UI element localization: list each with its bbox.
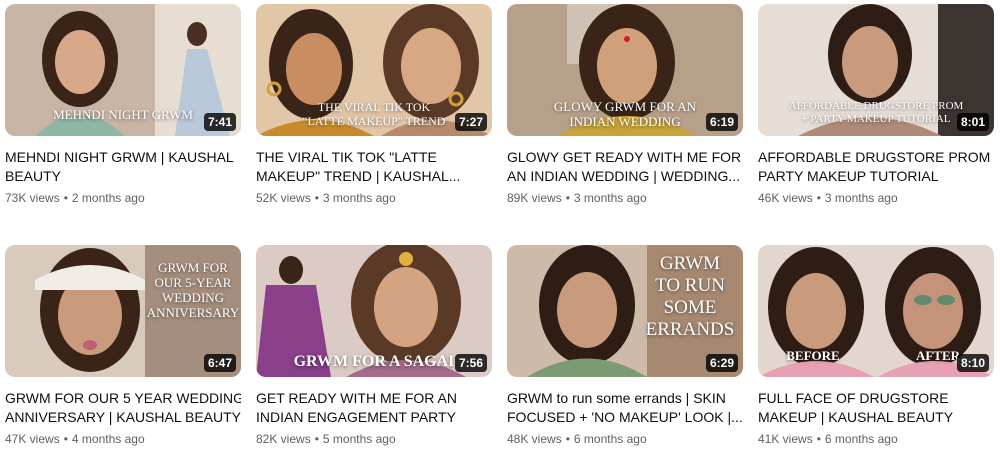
- video-thumbnail[interactable]: GRWM FOR OUR 5-YEAR WEDDING ANNIVERSARY …: [5, 245, 241, 377]
- video-thumbnail[interactable]: THE VIRAL TIK TOK "LATTE MAKEUP" TREND 7…: [256, 4, 492, 136]
- upload-age: 3 months ago: [573, 191, 647, 205]
- view-count: 41K views: [758, 432, 813, 446]
- video-duration: 7:56: [454, 354, 487, 372]
- thumbnail-overlay-text: GRWM: [659, 253, 721, 274]
- video-title-line: PARTY MAKEUP TUTORIAL: [758, 168, 939, 184]
- meta-separator: •: [314, 432, 319, 446]
- video-title[interactable]: AFFORDABLE DRUGSTORE PROM + PARTY MAKEUP…: [758, 148, 994, 186]
- meta-separator: •: [314, 191, 319, 205]
- meta-separator: •: [816, 191, 821, 205]
- video-title-line: INDIAN ENGAGEMENT PARTY: [256, 409, 456, 425]
- video-meta: 82K views • 5 months ago: [256, 432, 396, 446]
- video-title-line: FOCUSED + 'NO MAKEUP' LOOK |...: [507, 409, 743, 425]
- thumbnail-overlay-text: AFTER: [915, 348, 961, 363]
- video-meta: 41K views • 6 months ago: [758, 432, 898, 446]
- thumbnail-overlay-text: BEFORE: [786, 348, 840, 363]
- view-count: 73K views: [5, 191, 60, 205]
- video-meta: 52K views • 3 months ago: [256, 191, 396, 205]
- video-duration: 7:27: [454, 113, 487, 131]
- view-count: 46K views: [758, 191, 813, 205]
- meta-separator: •: [63, 191, 68, 205]
- video-title[interactable]: THE VIRAL TIK TOK "LATTE MAKEUP" TREND |…: [256, 148, 492, 186]
- video-title-line: MAKEUP" TREND | KAUSHAL...: [256, 168, 461, 184]
- video-title[interactable]: FULL FACE OF DRUGSTORE MAKEUP | KAUSHAL …: [758, 389, 994, 427]
- video-duration: 6:19: [705, 113, 738, 131]
- upload-age: 5 months ago: [322, 432, 396, 446]
- thumbnail-overlay-text: MEHNDI NIGHT GRWM: [53, 107, 193, 122]
- video-title-line: GRWM to run some errands | SKIN: [507, 390, 726, 406]
- video-title-line: GRWM FOR OUR 5 YEAR WEDDING: [5, 390, 241, 406]
- view-count: 82K views: [256, 432, 311, 446]
- video-meta: 46K views • 3 months ago: [758, 191, 898, 205]
- thumbnail-overlay-text: OUR 5-YEAR: [154, 274, 232, 290]
- video-title-line: GET READY WITH ME FOR AN: [256, 390, 457, 406]
- video-title-line: BEAUTY: [5, 168, 62, 184]
- upload-age: 3 months ago: [322, 191, 396, 205]
- thumbnail-overlay-text: GRWM FOR A SAGAI: [293, 353, 455, 370]
- video-meta: 73K views • 2 months ago: [5, 191, 145, 205]
- video-title[interactable]: GRWM FOR OUR 5 YEAR WEDDING ANNIVERSARY …: [5, 389, 241, 427]
- thumbnail-overlay-text: AFFORDABLE DRUGSTORE PROM: [788, 100, 964, 112]
- video-duration: 7:41: [203, 113, 236, 131]
- thumbnail-overlay-text: TO RUN: [655, 275, 725, 296]
- upload-age: 3 months ago: [824, 191, 898, 205]
- meta-separator: •: [565, 191, 570, 205]
- video-title[interactable]: GET READY WITH ME FOR AN INDIAN ENGAGEME…: [256, 389, 492, 427]
- video-title-line: ANNIVERSARY | KAUSHAL BEAUTY: [5, 409, 241, 425]
- upload-age: 4 months ago: [71, 432, 145, 446]
- video-duration: 6:29: [705, 354, 738, 372]
- thumbnail-overlay-text: SOME: [663, 297, 717, 318]
- thumbnail-overlay-text: ERRANDS: [645, 319, 735, 340]
- video-title[interactable]: MEHNDI NIGHT GRWM | KAUSHAL BEAUTY: [5, 148, 241, 186]
- video-title-line: AFFORDABLE DRUGSTORE PROM +: [758, 149, 994, 165]
- video-thumbnail[interactable]: GLOWY GRWM FOR AN INDIAN WEDDING 6:19: [507, 4, 743, 136]
- thumbnail-overlay-text: WEDDING: [161, 289, 225, 305]
- video-meta: 47K views • 4 months ago: [5, 432, 145, 446]
- video-thumbnail[interactable]: AFFORDABLE DRUGSTORE PROM + PARTY MAKEUP…: [758, 4, 994, 136]
- video-title-line: THE VIRAL TIK TOK "LATTE: [256, 149, 437, 165]
- video-title-line: MAKEUP | KAUSHAL BEAUTY: [758, 409, 954, 425]
- video-meta: 48K views • 6 months ago: [507, 432, 647, 446]
- meta-separator: •: [565, 432, 570, 446]
- video-duration: 6:47: [203, 354, 236, 372]
- view-count: 48K views: [507, 432, 562, 446]
- video-thumbnail[interactable]: GRWM FOR A SAGAI 7:56: [256, 245, 492, 377]
- view-count: 47K views: [5, 432, 60, 446]
- thumbnail-overlay-text: GRWM FOR: [158, 260, 228, 275]
- upload-age: 2 months ago: [71, 191, 145, 205]
- video-thumbnail[interactable]: MEHNDI NIGHT GRWM 7:41: [5, 4, 241, 136]
- upload-age: 6 months ago: [573, 432, 647, 446]
- view-count: 89K views: [507, 191, 562, 205]
- video-title-line: AN INDIAN WEDDING | WEDDING...: [507, 168, 741, 184]
- video-title-line: MEHNDI NIGHT GRWM | KAUSHAL: [5, 149, 234, 165]
- video-meta: 89K views • 3 months ago: [507, 191, 647, 205]
- video-duration: 8:01: [956, 113, 989, 131]
- video-title-line: GLOWY GET READY WITH ME FOR: [507, 149, 742, 165]
- video-title[interactable]: GLOWY GET READY WITH ME FOR AN INDIAN WE…: [507, 148, 743, 186]
- video-thumbnail[interactable]: GRWM TO RUN SOME ERRANDS 6:29: [507, 245, 743, 377]
- video-thumbnail[interactable]: BEFORE AFTER 8:10: [758, 245, 994, 377]
- meta-separator: •: [63, 432, 68, 446]
- upload-age: 6 months ago: [824, 432, 898, 446]
- meta-separator: •: [816, 432, 821, 446]
- video-title[interactable]: GRWM to run some errands | SKIN FOCUSED …: [507, 389, 743, 427]
- video-title-line: FULL FACE OF DRUGSTORE: [758, 390, 949, 406]
- view-count: 52K views: [256, 191, 311, 205]
- video-duration: 8:10: [956, 354, 989, 372]
- thumbnail-overlay-text: ANNIVERSARY: [146, 304, 240, 320]
